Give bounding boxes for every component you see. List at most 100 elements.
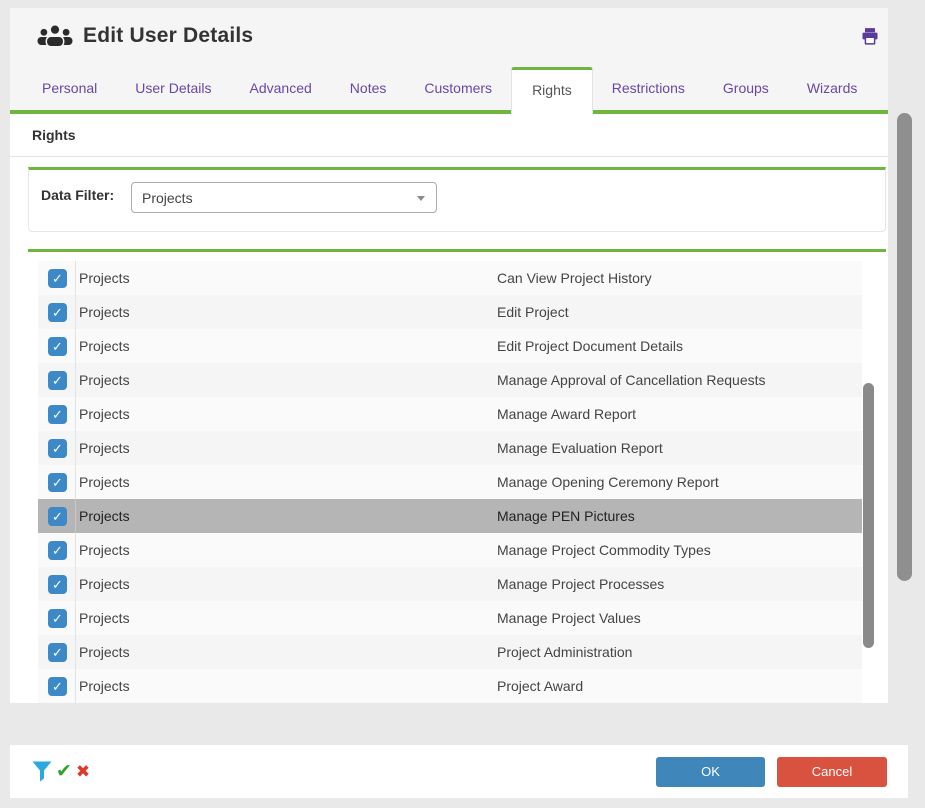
tab[interactable]: Wizards [788,68,877,110]
column-divider [75,363,76,397]
column-divider [75,261,76,295]
ok-button[interactable]: OK [656,757,765,787]
tab-label: Advanced [250,80,312,96]
tab[interactable]: Restrictions [593,68,704,110]
tab-label: Groups [723,80,769,96]
list-scrollbar-thumb[interactable] [863,383,874,648]
category-cell: Projects [79,338,130,354]
table-row[interactable]: ✓ Projects Manage Project Commodity Type… [38,533,862,567]
column-divider [75,669,76,703]
category-cell: Projects [79,508,130,524]
right-cell: Project Award [497,669,583,703]
tab[interactable]: Personal [23,68,116,110]
row-checkbox[interactable]: ✓ [48,269,67,288]
row-checkbox[interactable]: ✓ [48,371,67,390]
table-row[interactable]: ✓ Projects Manage PEN Pictures [38,499,862,533]
page-title: Edit User Details [83,24,253,48]
column-divider [75,567,76,601]
column-divider [75,499,76,533]
cancel-button[interactable]: Cancel [777,757,887,787]
dialog-header: Edit User Details [10,8,888,64]
tab[interactable]: Customers [405,68,511,110]
tab-label: Notes [350,80,387,96]
tab[interactable]: Rights [511,67,593,114]
column-divider [75,329,76,363]
table-row[interactable]: ✓ Projects Manage Project Values [38,601,862,635]
list-top-divider [28,249,886,252]
right-cell: Manage Opening Ceremony Report [497,465,719,499]
right-cell: Manage Award Report [497,397,636,431]
tab-label: Rights [532,82,572,98]
users-icon [37,23,73,49]
table-row[interactable]: ✓ Projects Edit Project Document Details [38,329,862,363]
tab-label: Personal [42,80,97,96]
rights-list: ✓ Projects Can View Project History ✓ Pr… [38,261,862,703]
chevron-down-icon [417,196,425,201]
right-cell: Manage Project Commodity Types [497,533,711,567]
print-icon[interactable] [860,26,880,46]
column-divider [75,635,76,669]
column-divider [75,465,76,499]
category-cell: Projects [79,474,130,490]
category-cell: Projects [79,270,130,286]
right-cell: Edit Project [497,295,569,329]
row-checkbox[interactable]: ✓ [48,439,67,458]
data-filter-value: Projects [142,190,193,206]
right-cell: Manage Project Processes [497,567,664,601]
right-cell: Edit Project Document Details [497,329,683,363]
row-checkbox[interactable]: ✓ [48,507,67,526]
category-cell: Projects [79,576,130,592]
tab[interactable]: Notes [331,68,406,110]
row-checkbox[interactable]: ✓ [48,609,67,628]
column-divider [75,431,76,465]
tab[interactable]: Groups [704,68,788,110]
tab[interactable]: Advanced [231,68,331,110]
data-filter-label: Data Filter: [41,182,131,206]
category-cell: Projects [79,372,130,388]
footer-icons: ✔ ✖ [32,761,90,782]
row-checkbox[interactable]: ✓ [48,303,67,322]
tab-label: Wizards [807,80,858,96]
column-divider [75,295,76,329]
right-cell: Can View Project History [497,261,652,295]
table-row[interactable]: ✓ Projects Manage Approval of Cancellati… [38,363,862,397]
table-row[interactable]: ✓ Projects Manage Project Processes [38,567,862,601]
row-checkbox[interactable]: ✓ [48,405,67,424]
category-cell: Projects [79,440,130,456]
tab-label: Restrictions [612,80,685,96]
table-row[interactable]: ✓ Projects Can View Project History [38,261,862,295]
right-cell: Manage Project Values [497,601,641,635]
row-checkbox[interactable]: ✓ [48,337,67,356]
right-cell: Project Administration [497,635,632,669]
row-checkbox[interactable]: ✓ [48,473,67,492]
table-row[interactable]: ✓ Projects Manage Opening Ceremony Repor… [38,465,862,499]
right-cell: Manage Evaluation Report [497,431,663,465]
category-cell: Projects [79,644,130,660]
edit-user-details-dialog: Edit User Details Personal User Details [10,8,888,703]
apply-check-icon[interactable]: ✔ [56,762,72,782]
row-checkbox[interactable]: ✓ [48,575,67,594]
page-scrollbar-thumb[interactable] [897,113,912,581]
table-row[interactable]: ✓ Projects Manage Evaluation Report [38,431,862,465]
tab[interactable]: User Details [116,68,230,110]
category-cell: Projects [79,406,130,422]
filter-icon[interactable] [32,761,52,782]
row-checkbox[interactable]: ✓ [48,541,67,560]
column-divider [75,533,76,567]
table-row[interactable]: ✓ Projects Project Award [38,669,862,703]
section-title: Rights [10,114,888,157]
column-divider [75,601,76,635]
category-cell: Projects [79,304,130,320]
table-row[interactable]: ✓ Projects Edit Project [38,295,862,329]
row-checkbox[interactable]: ✓ [48,677,67,696]
category-cell: Projects [79,542,130,558]
clear-x-icon[interactable]: ✖ [76,762,90,782]
table-row[interactable]: ✓ Projects Project Administration [38,635,862,669]
tab-bar: Personal User Details Advanced Notes Cus… [10,64,888,114]
table-row[interactable]: ✓ Projects Manage Award Report [38,397,862,431]
row-checkbox[interactable]: ✓ [48,643,67,662]
right-cell: Manage Approval of Cancellation Requests [497,363,766,397]
tab-label: User Details [135,80,211,96]
data-filter-select[interactable]: Projects [131,182,437,213]
category-cell: Projects [79,678,130,694]
